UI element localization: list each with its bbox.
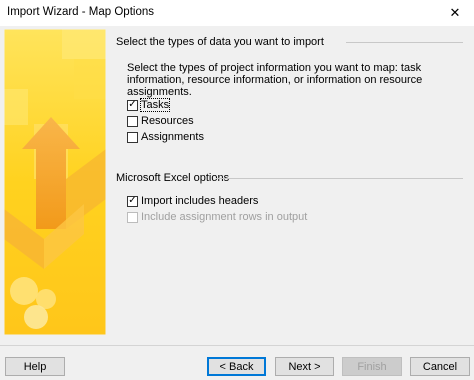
- include-assignment-rows-label: Include assignment rows in output: [141, 211, 308, 223]
- window-title: Import Wizard - Map Options: [7, 6, 154, 18]
- help-button[interactable]: Help: [5, 357, 65, 376]
- next-button[interactable]: Next >: [275, 357, 334, 376]
- tasks-checkbox[interactable]: ✓: [127, 99, 138, 111]
- data-types-description: Select the types of project information …: [127, 62, 423, 98]
- resources-label[interactable]: Resources: [141, 115, 194, 127]
- resources-checkbox[interactable]: [127, 115, 138, 127]
- footer-divider: [0, 345, 474, 346]
- import-headers-checkbox-row[interactable]: ✓ Import includes headers: [127, 194, 258, 208]
- assignments-checkbox[interactable]: [127, 131, 138, 143]
- include-assignment-rows-checkbox: [127, 211, 138, 223]
- title-bar: Import Wizard - Map Options ✕: [0, 0, 474, 26]
- close-icon[interactable]: ✕: [436, 0, 474, 26]
- tasks-label[interactable]: Tasks: [139, 98, 171, 112]
- excel-options-group-header: Microsoft Excel options: [116, 172, 230, 184]
- back-button[interactable]: < Back: [207, 357, 266, 376]
- resources-checkbox-row[interactable]: Resources: [127, 114, 194, 128]
- group-divider: [346, 42, 463, 43]
- data-types-group-header: Select the types of data you want to imp…: [116, 36, 324, 48]
- checkmark-icon: ✓: [128, 195, 137, 206]
- wizard-side-art: [4, 29, 106, 335]
- tasks-checkbox-row[interactable]: ✓ Tasks: [127, 98, 171, 112]
- import-headers-label[interactable]: Import includes headers: [141, 195, 258, 207]
- assignments-checkbox-row[interactable]: Assignments: [127, 130, 204, 144]
- assignments-label[interactable]: Assignments: [141, 131, 204, 143]
- import-headers-checkbox[interactable]: ✓: [127, 195, 138, 207]
- group-divider: [216, 178, 463, 179]
- checkmark-icon: ✓: [128, 99, 137, 110]
- include-assignment-rows-checkbox-row: Include assignment rows in output: [127, 210, 307, 224]
- cancel-button[interactable]: Cancel: [410, 357, 470, 376]
- finish-button: Finish: [342, 357, 402, 376]
